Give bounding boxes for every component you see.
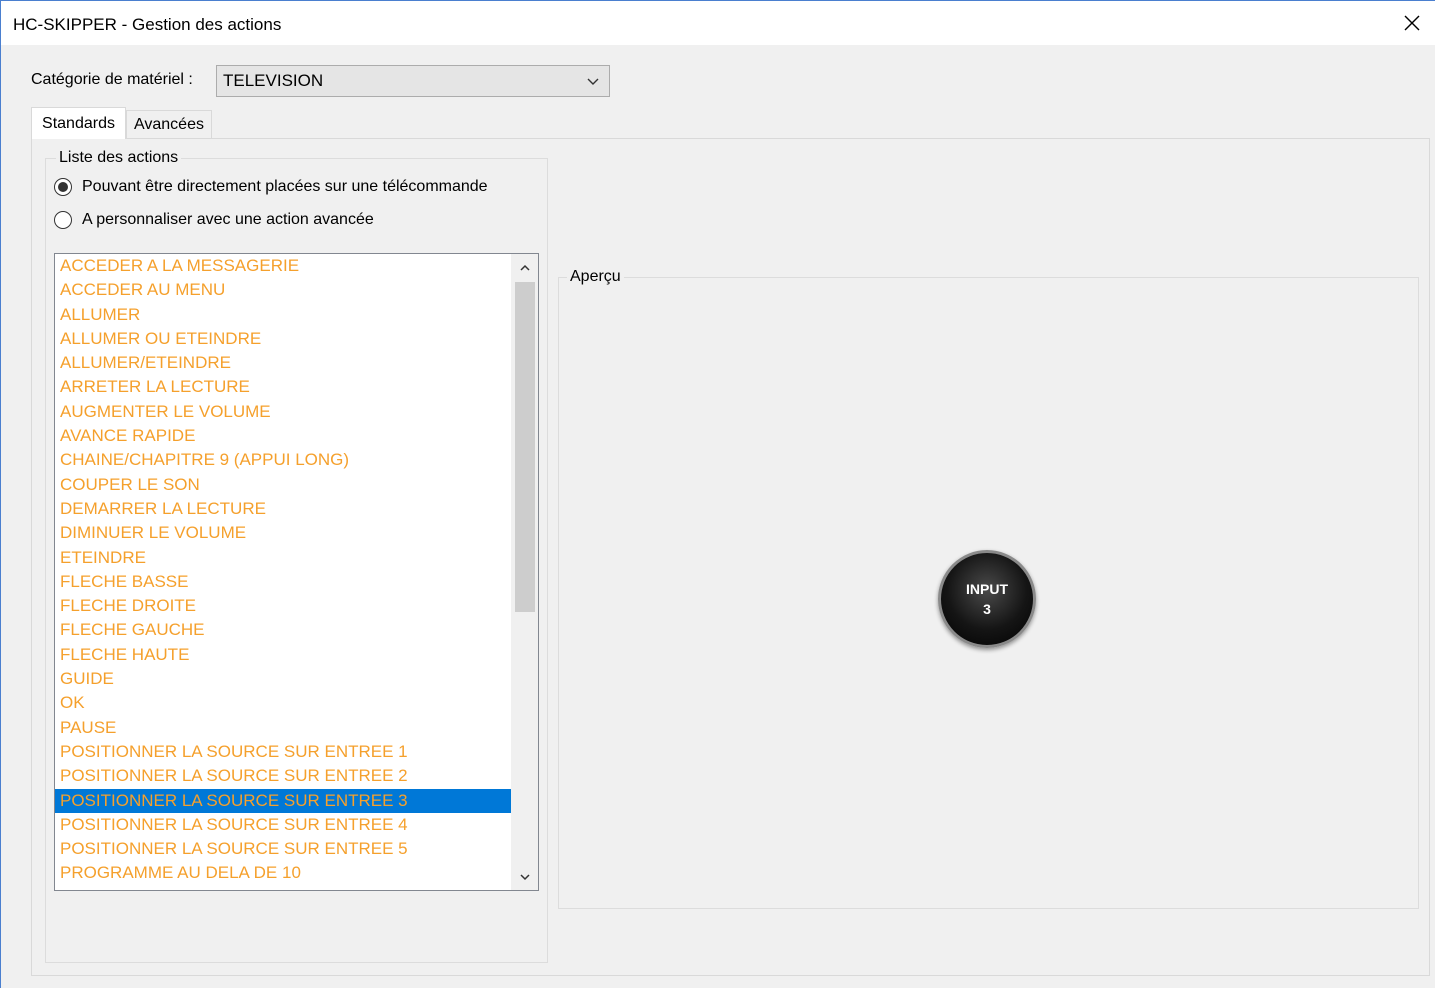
tab-standards[interactable]: Standards [31,107,126,139]
list-item[interactable]: PROGRAMME AU DELA DE 10 [55,861,511,885]
radio-direct-label: Pouvant être directement placées sur une… [82,178,488,195]
list-item[interactable]: CHAINE/CHAPITRE 9 (APPUI LONG) [55,448,511,472]
preview-remote-button: INPUT 3 [938,550,1036,648]
radio-dot [58,182,68,192]
list-item[interactable]: POSITIONNER LA SOURCE SUR ENTREE 4 [55,813,511,837]
category-label: Catégorie de matériel : [31,71,193,88]
category-select[interactable]: TELEVISION [216,65,610,97]
list-item[interactable]: POSITIONNER LA SOURCE SUR ENTREE 5 [55,837,511,861]
list-item[interactable]: PAUSE [55,716,511,740]
list-item[interactable]: GUIDE [55,667,511,691]
radio-button-checked[interactable] [54,178,72,196]
list-item[interactable]: OK [55,691,511,715]
chevron-down-icon [519,873,530,880]
list-item[interactable]: DEMARRER LA LECTURE [55,497,511,521]
dialog-window: HC-SKIPPER - Gestion des actions Catégor… [0,0,1435,988]
radio-direct-actions[interactable]: Pouvant être directement placées sur une… [54,178,488,196]
scroll-up-button[interactable] [511,254,538,281]
actions-list: ACCEDER A LA MESSAGERIE ACCEDER AU MENU AL… [55,254,511,886]
list-item[interactable]: AVANCE RAPIDE [55,424,511,448]
chevron-up-icon [519,264,530,271]
close-icon [1404,15,1420,31]
list-item[interactable]: ACCEDER A LA MESSAGERIE [55,254,511,278]
window-title: HC-SKIPPER - Gestion des actions [13,15,282,34]
title-bar: HC-SKIPPER - Gestion des actions [1,1,1435,45]
category-selected-value: TELEVISION [223,71,324,90]
scroll-down-button[interactable] [511,863,538,890]
close-button[interactable] [1389,1,1435,45]
list-item[interactable]: ALLUMER OU ETEINDRE [55,327,511,351]
actions-group-legend: Liste des actions [56,149,182,167]
tab-standards-label: Standards [42,114,115,132]
list-item[interactable]: DIMINUER LE VOLUME [55,521,511,545]
preview-group-legend: Aperçu [567,268,624,286]
list-item[interactable]: POSITIONNER LA SOURCE SUR ENTREE 3 [55,788,511,813]
preview-button-line2: 3 [983,601,991,617]
list-item[interactable]: AUGMENTER LE VOLUME [55,400,511,424]
list-item[interactable]: POSITIONNER LA SOURCE SUR ENTREE 2 [55,764,511,788]
list-item[interactable]: POSITIONNER LA SOURCE SUR ENTREE 1 [55,740,511,764]
actions-listbox[interactable]: ACCEDER A LA MESSAGERIE ACCEDER AU MENU AL… [54,253,539,891]
preview-button-line1: INPUT [966,581,1008,597]
radio-button-unchecked[interactable] [54,211,72,229]
list-item[interactable]: ETEINDRE [55,546,511,570]
tab-avancees[interactable]: Avancées [126,110,212,138]
list-item[interactable]: FLECHE DROITE [55,594,511,618]
listbox-scrollbar[interactable] [511,254,538,890]
list-item[interactable]: FLECHE BASSE [55,570,511,594]
radio-custom-label: A personnaliser avec une action avancée [82,211,374,228]
radio-custom-actions[interactable]: A personnaliser avec une action avancée [54,211,374,229]
list-item[interactable]: ALLUMER [55,303,511,327]
list-item[interactable]: ARRETER LA LECTURE [55,375,511,399]
list-item[interactable]: ACCEDER AU MENU [55,278,511,302]
list-item[interactable]: COUPER LE SON [55,473,511,497]
list-item[interactable]: FLECHE HAUTE [55,643,511,667]
list-item[interactable]: ALLUMER/ETEINDRE [55,351,511,375]
chevron-down-icon [587,78,599,85]
list-item[interactable]: FLECHE GAUCHE [55,618,511,642]
scroll-thumb[interactable] [515,282,535,612]
tab-avancees-label: Avancées [134,115,204,133]
